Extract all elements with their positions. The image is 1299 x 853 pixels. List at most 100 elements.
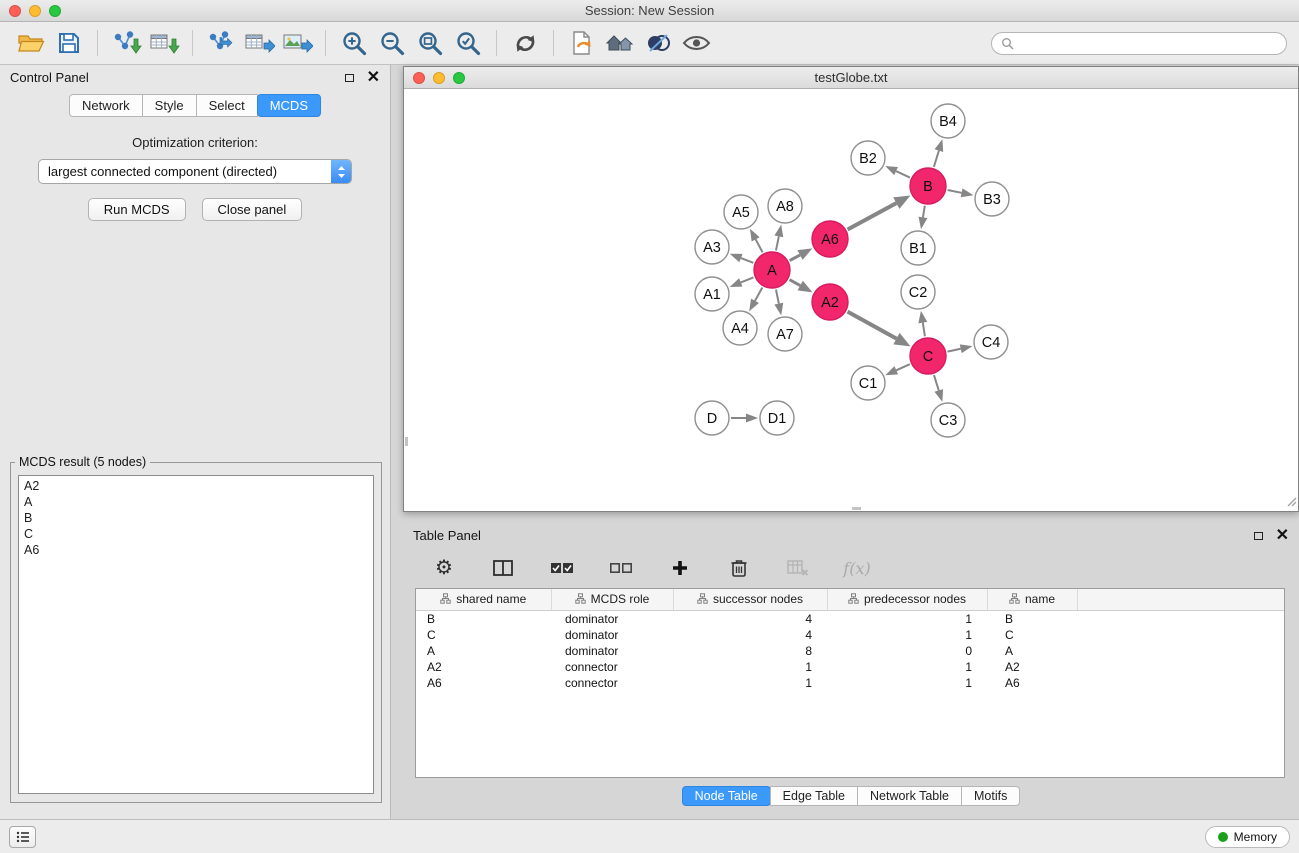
graph-edge-A6-B[interactable] bbox=[848, 196, 911, 230]
close-network-window-button[interactable] bbox=[413, 72, 425, 84]
zoom-in-button[interactable] bbox=[335, 26, 373, 60]
table-row[interactable]: Cdominator41C bbox=[416, 627, 1284, 643]
graph-node-A6[interactable]: A6 bbox=[812, 221, 848, 257]
graph-node-B4[interactable]: B4 bbox=[931, 104, 965, 138]
run-mcds-button[interactable]: Run MCDS bbox=[88, 198, 186, 221]
mcds-result-item[interactable]: B bbox=[24, 510, 368, 526]
graph-node-C4[interactable]: C4 bbox=[974, 325, 1008, 359]
close-window-button[interactable] bbox=[9, 5, 21, 17]
session-file-button[interactable] bbox=[563, 26, 601, 60]
graph-node-A4[interactable]: A4 bbox=[723, 311, 757, 345]
maximize-window-button[interactable] bbox=[49, 5, 61, 17]
network-canvas[interactable]: B4B2BB3A8A5A6A3B1AC2A1A2A4A7C4CC1C3DD1 bbox=[404, 89, 1298, 511]
table-row[interactable]: Bdominator41B bbox=[416, 610, 1284, 627]
maximize-network-window-button[interactable] bbox=[453, 72, 465, 84]
graph-edge-B-B3[interactable] bbox=[948, 188, 974, 197]
column-header-predecessor-nodes[interactable]: predecessor nodes bbox=[827, 589, 987, 610]
home-overview-button[interactable] bbox=[601, 26, 639, 60]
resize-grip-icon[interactable] bbox=[1286, 495, 1297, 510]
graph-edge-A-A2[interactable] bbox=[790, 280, 813, 293]
graph-node-B1[interactable]: B1 bbox=[901, 231, 935, 265]
column-header-MCDS-role[interactable]: MCDS role bbox=[551, 589, 673, 610]
graph-edge-A-A7[interactable] bbox=[774, 290, 783, 316]
open-file-button[interactable] bbox=[12, 26, 50, 60]
close-table-panel-icon[interactable]: ✕ bbox=[1276, 528, 1289, 544]
close-panel-icon[interactable]: ✕ bbox=[367, 70, 380, 86]
table-tab-edge-table[interactable]: Edge Table bbox=[770, 786, 858, 806]
graph-edge-B-B2[interactable] bbox=[885, 166, 910, 178]
column-header-name[interactable]: name bbox=[987, 589, 1077, 610]
zoom-selected-button[interactable] bbox=[449, 26, 487, 60]
column-layout-button[interactable] bbox=[484, 551, 522, 585]
graph-edge-A-A1[interactable] bbox=[730, 277, 754, 287]
mcds-result-list[interactable]: A2ABCA6 bbox=[18, 475, 374, 794]
graph-node-A3[interactable]: A3 bbox=[695, 230, 729, 264]
task-history-button[interactable] bbox=[9, 826, 36, 848]
graph-node-A1[interactable]: A1 bbox=[695, 277, 729, 311]
network-graph[interactable]: B4B2BB3A8A5A6A3B1AC2A1A2A4A7C4CC1C3DD1 bbox=[404, 89, 1298, 511]
function-builder-button[interactable]: f(x) bbox=[838, 551, 876, 585]
table-settings-button[interactable]: ⚙ bbox=[425, 551, 463, 585]
graph-edge-B-B1[interactable] bbox=[918, 206, 927, 229]
create-column-button[interactable] bbox=[661, 551, 699, 585]
column-header-successor-nodes[interactable]: successor nodes bbox=[673, 589, 827, 610]
graph-node-B[interactable]: B bbox=[910, 168, 946, 204]
graph-edge-A-A5[interactable] bbox=[750, 229, 763, 253]
graph-edge-C-C3[interactable] bbox=[934, 375, 943, 402]
graph-edge-A-A3[interactable] bbox=[730, 254, 754, 263]
import-table-button[interactable] bbox=[145, 26, 183, 60]
save-session-button[interactable] bbox=[50, 26, 88, 60]
control-tab-style[interactable]: Style bbox=[142, 94, 197, 117]
graph-node-C[interactable]: C bbox=[910, 338, 946, 374]
graphics-details-button[interactable] bbox=[639, 26, 677, 60]
graph-edge-C-C4[interactable] bbox=[948, 344, 973, 353]
close-panel-button[interactable]: Close panel bbox=[202, 198, 303, 221]
graph-edge-A2-C[interactable] bbox=[848, 312, 911, 347]
graph-edge-C-C2[interactable] bbox=[918, 311, 927, 336]
graph-node-B2[interactable]: B2 bbox=[851, 141, 885, 175]
graph-node-C1[interactable]: C1 bbox=[851, 366, 885, 400]
control-tab-mcds[interactable]: MCDS bbox=[257, 94, 321, 117]
column-header-shared-name[interactable]: shared name bbox=[416, 589, 551, 610]
graph-node-D[interactable]: D bbox=[695, 401, 729, 435]
table-tab-node-table[interactable]: Node Table bbox=[682, 786, 771, 806]
delete-table-button[interactable] bbox=[779, 551, 817, 585]
delete-column-button[interactable] bbox=[720, 551, 758, 585]
graph-node-C2[interactable]: C2 bbox=[901, 275, 935, 309]
graph-edge-A-A6[interactable] bbox=[790, 248, 813, 260]
float-panel-icon[interactable] bbox=[345, 74, 354, 82]
graph-edge-A-A4[interactable] bbox=[749, 288, 762, 312]
graph-node-A8[interactable]: A8 bbox=[768, 189, 802, 223]
zoom-fit-button[interactable] bbox=[411, 26, 449, 60]
mcds-result-item[interactable]: A bbox=[24, 494, 368, 510]
graph-edge-A-A8[interactable] bbox=[774, 225, 783, 251]
graph-node-B3[interactable]: B3 bbox=[975, 182, 1009, 216]
table-row[interactable]: A6connector11A6 bbox=[416, 675, 1284, 691]
export-image-button[interactable] bbox=[278, 26, 316, 60]
graph-node-A[interactable]: A bbox=[754, 252, 790, 288]
minimize-window-button[interactable] bbox=[29, 5, 41, 17]
table-row[interactable]: Adominator80A bbox=[416, 643, 1284, 659]
search-input[interactable] bbox=[1020, 36, 1277, 50]
graph-node-A2[interactable]: A2 bbox=[812, 284, 848, 320]
deselect-all-columns-button[interactable] bbox=[602, 551, 640, 585]
graph-edge-D-D1[interactable] bbox=[731, 414, 758, 423]
graph-node-A7[interactable]: A7 bbox=[768, 317, 802, 351]
control-tab-network[interactable]: Network bbox=[69, 94, 143, 117]
zoom-out-button[interactable] bbox=[373, 26, 411, 60]
export-table-button[interactable] bbox=[240, 26, 278, 60]
refresh-button[interactable] bbox=[506, 26, 544, 60]
table-tab-network-table[interactable]: Network Table bbox=[857, 786, 962, 806]
table-row[interactable]: A2connector11A2 bbox=[416, 659, 1284, 675]
minimize-network-window-button[interactable] bbox=[433, 72, 445, 84]
horizontal-scroll-indicator[interactable] bbox=[852, 507, 861, 510]
graph-edge-B-B4[interactable] bbox=[934, 139, 943, 167]
mcds-result-item[interactable]: C bbox=[24, 526, 368, 542]
import-network-button[interactable] bbox=[107, 26, 145, 60]
graph-edge-C-C1[interactable] bbox=[885, 364, 909, 375]
mcds-result-item[interactable]: A6 bbox=[24, 542, 368, 558]
graph-node-A5[interactable]: A5 bbox=[724, 195, 758, 229]
mcds-result-item[interactable]: A2 bbox=[24, 478, 368, 494]
export-network-button[interactable] bbox=[202, 26, 240, 60]
memory-button[interactable]: Memory bbox=[1205, 826, 1290, 848]
